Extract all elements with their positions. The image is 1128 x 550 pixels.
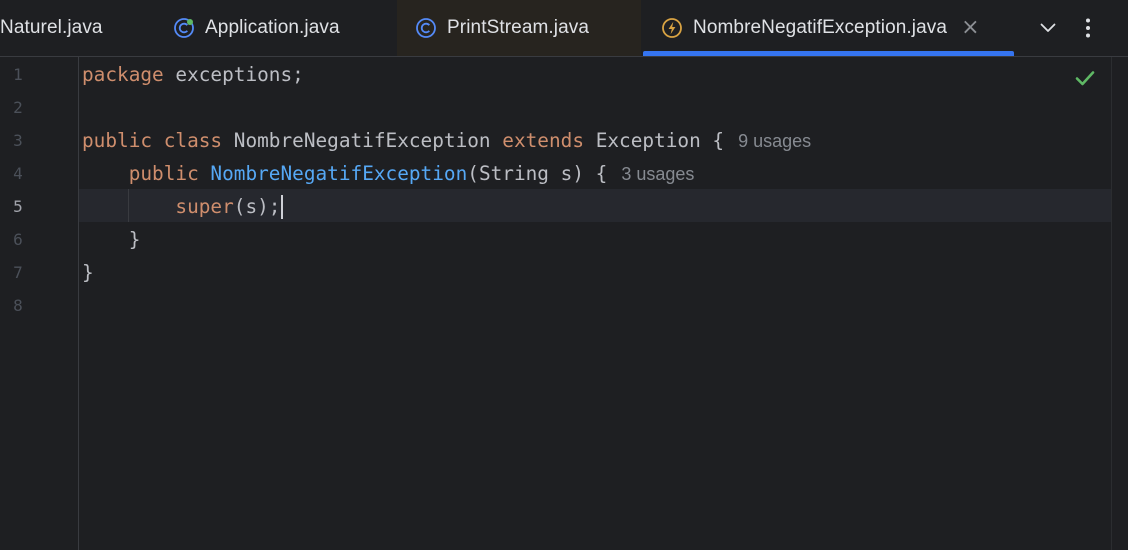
code-line-7[interactable]: } [82, 256, 94, 289]
chevron-down-icon[interactable] [1038, 16, 1058, 40]
usages-hint[interactable]: 3 usages [621, 164, 694, 184]
code-line-6[interactable]: } [82, 223, 141, 256]
code-line-4[interactable]: public NombreNegatifException(String s) … [82, 157, 695, 190]
usages-hint[interactable]: 9 usages [738, 131, 811, 151]
tab-label: PrintStream.java [447, 17, 590, 38]
keyword: public [82, 129, 153, 152]
text-caret [281, 194, 284, 219]
vertical-scrollbar[interactable] [1111, 57, 1128, 550]
tab-bar-tools [1016, 0, 1128, 56]
line-number: 7 [13, 263, 23, 282]
keyword: package [82, 63, 164, 86]
line-number: 8 [13, 296, 23, 315]
line-number: 6 [13, 230, 23, 249]
keyword: public [128, 162, 199, 185]
line-number: 4 [13, 164, 23, 183]
code-text: (String s) { [467, 162, 608, 185]
tab-label: Application.java [205, 17, 340, 38]
active-tab-indicator [643, 51, 1014, 56]
tab-nombrenegatifexception-java[interactable]: NombreNegatifException.java × [643, 0, 1015, 56]
keyword: extends [502, 129, 585, 152]
tab-application-java[interactable]: Application.java [165, 0, 395, 56]
code-line-3[interactable]: public class NombreNegatifException exte… [82, 124, 811, 157]
constructor-name: NombreNegatifException [198, 162, 468, 185]
check-icon[interactable] [1074, 67, 1096, 89]
code-text: exceptions; [163, 63, 304, 86]
code-text: (s); [233, 195, 281, 218]
class-name: NombreNegatifException [222, 129, 503, 152]
exception-class-icon [662, 18, 682, 38]
code-line-5[interactable]: super(s); [82, 190, 284, 223]
line-number: 3 [13, 131, 23, 150]
editor-tab-bar: Naturel.java Application.java PrintStrea… [0, 0, 1128, 57]
code-editor[interactable]: 1 2 3 4 5 6 7 8 package exceptions; publ… [0, 57, 1112, 550]
tab-label: NombreNegatifException.java [693, 17, 948, 38]
code-text: } [128, 228, 141, 251]
keyword: class [152, 129, 223, 152]
kebab-menu-icon[interactable] [1078, 16, 1098, 40]
keyword: super [175, 195, 234, 218]
line-number-current: 5 [13, 197, 23, 216]
class-icon [416, 18, 436, 38]
tab-printstream-java[interactable]: PrintStream.java [397, 0, 641, 56]
spring-class-icon [174, 18, 194, 38]
code-text: } [82, 261, 94, 284]
line-number-gutter[interactable]: 1 2 3 4 5 6 7 8 [0, 57, 79, 550]
line-number: 1 [13, 65, 23, 84]
line-number: 2 [13, 98, 23, 117]
tab-label: Naturel.java [0, 17, 103, 38]
code-text: Exception { [584, 129, 725, 152]
close-tab-icon[interactable]: × [961, 17, 979, 39]
code-line-1[interactable]: package exceptions; [82, 58, 304, 91]
tab-naturel-java[interactable]: Naturel.java [0, 0, 165, 56]
